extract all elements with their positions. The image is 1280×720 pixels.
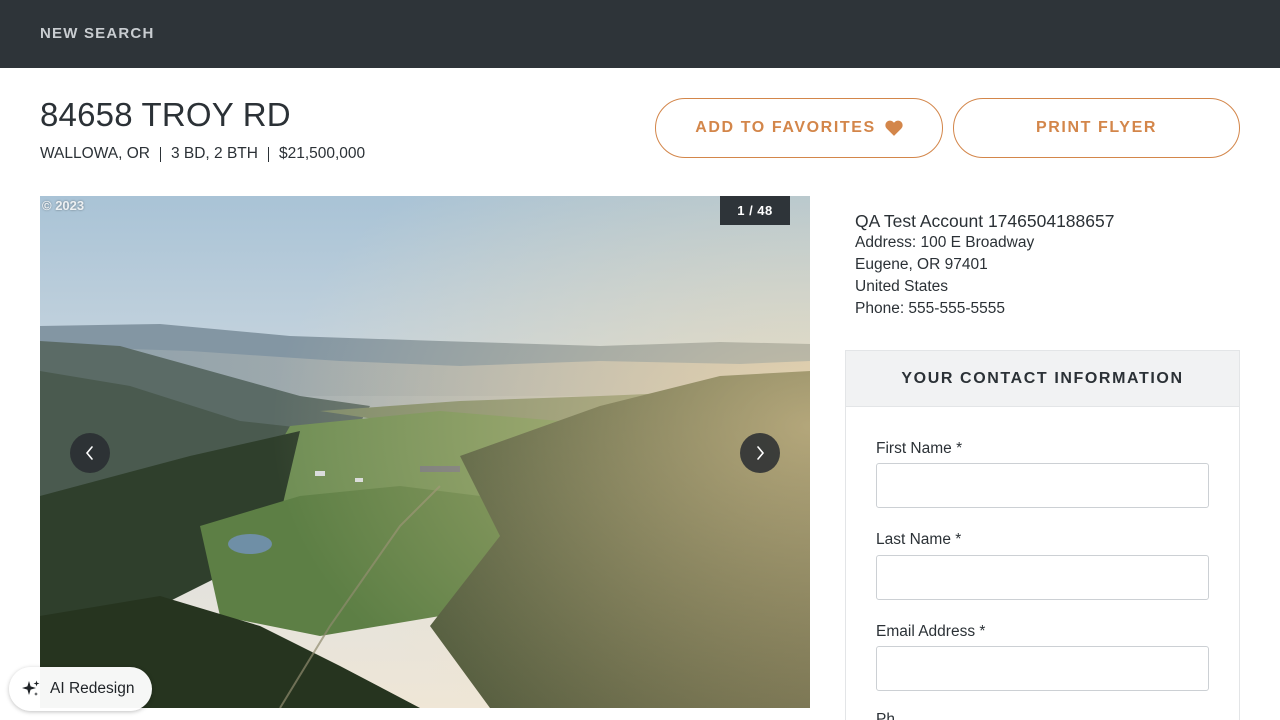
chevron-left-icon <box>85 446 93 460</box>
photo-copyright: © 2023 <box>42 198 85 213</box>
heart-icon <box>885 120 903 136</box>
listing-beds-baths: 3 BD, 2 BTH <box>170 145 258 162</box>
listing-address: 84658 TROY RD <box>40 96 291 133</box>
email-field[interactable] <box>876 646 1209 691</box>
top-bar: NEW SEARCH <box>0 0 1280 68</box>
add-to-favorites-button[interactable]: ADD TO FAVORITES <box>655 98 943 158</box>
listing-meta: WALLOWA, OR 3 BD, 2 BTH $21,500,000 <box>40 145 365 163</box>
first-name-label: First Name * <box>876 440 963 457</box>
listing-price: $21,500,000 <box>278 145 366 162</box>
meta-divider <box>159 146 161 162</box>
ai-redesign-button[interactable]: AI Redesign <box>9 667 152 711</box>
photo-gallery[interactable]: © 2023 1 / 48 <box>40 196 810 708</box>
meta-divider <box>267 146 269 162</box>
previous-photo-button[interactable] <box>70 433 110 473</box>
listing-location: WALLOWA, OR <box>40 145 150 162</box>
ai-redesign-label: AI Redesign <box>50 680 135 697</box>
agent-info: QA Test Account 1746504188657 Address: 1… <box>855 210 1114 320</box>
email-label: Email Address * <box>876 623 986 640</box>
sparkle-icon <box>22 680 40 696</box>
agent-phone: Phone: 555-555-5555 <box>855 300 1005 317</box>
agent-name: QA Test Account 1746504188657 <box>855 211 1115 231</box>
next-photo-button[interactable] <box>740 433 780 473</box>
last-name-field[interactable] <box>876 555 1209 600</box>
first-name-field[interactable] <box>876 463 1209 508</box>
add-to-favorites-label: ADD TO FAVORITES <box>695 119 876 136</box>
agent-city: Eugene, OR 97401 <box>855 256 988 273</box>
last-name-label: Last Name * <box>876 531 962 548</box>
photo-counter: 1 / 48 <box>720 196 790 225</box>
agent-address: Address: 100 E Broadway <box>855 234 1035 251</box>
agent-country: United States <box>855 278 949 295</box>
phone-label: Ph <box>876 711 895 720</box>
contact-form-title: YOUR CONTACT INFORMATION <box>846 351 1239 407</box>
contact-form: YOUR CONTACT INFORMATION First Name * La… <box>845 350 1240 720</box>
print-flyer-button[interactable]: PRINT FLYER <box>953 98 1240 158</box>
new-search-link[interactable]: NEW SEARCH <box>40 25 155 42</box>
listing-photo <box>40 196 810 708</box>
print-flyer-label: PRINT FLYER <box>1035 119 1158 136</box>
chevron-right-icon <box>757 446 765 460</box>
